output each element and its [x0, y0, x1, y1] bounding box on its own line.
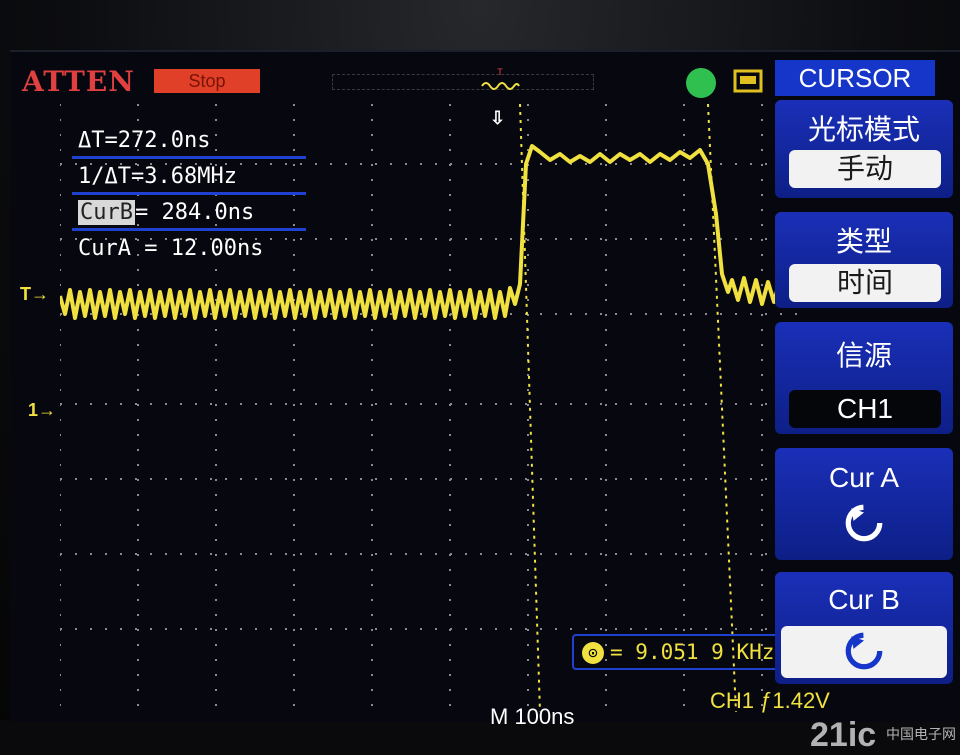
rotate-knob-icon: [845, 504, 883, 542]
scope-screen: ATTEN Stop T T→ 1→ ⇩ ΔT=272.0ns 1/ΔT=3.6…: [10, 50, 960, 754]
cursor-mode-value: 手动: [789, 150, 941, 188]
frequency-counter: ⊙ = 9.051 9 KHz: [572, 634, 802, 670]
trigger-position-icon: T: [481, 67, 520, 90]
cur-b-tag: CurB: [78, 200, 135, 225]
cur-a-button[interactable]: Cur A: [775, 448, 953, 560]
frequency-icon: ⊙: [582, 642, 604, 664]
brand-logo: ATTEN: [22, 65, 135, 98]
cursor-mode-label: 光标模式: [807, 113, 920, 146]
cursor-type-value: 时间: [789, 264, 941, 302]
channel1-ground-marker[interactable]: 1→: [28, 400, 56, 421]
cursor-source-value: CH1: [789, 390, 941, 428]
svg-text:T: T: [497, 67, 503, 77]
waveform-grid: [60, 104, 800, 712]
memory-depth-bar: [332, 74, 594, 90]
channel1-ground-label: 1: [28, 400, 39, 420]
cursor-type-item[interactable]: 类型 时间: [775, 212, 953, 308]
trigger-level-marker[interactable]: T→: [20, 284, 49, 305]
top-status-bar: ATTEN Stop T: [10, 52, 780, 98]
trigger-level-label: T: [20, 284, 31, 304]
cur-a-label: Cur A: [828, 462, 900, 493]
cursor-menu: CURSOR 光标模式 手动 类型 时间 信源 CH1 Cur A Cur B: [775, 60, 960, 722]
grid-dots: [60, 104, 800, 712]
cursor-source-label: 信源: [835, 339, 892, 372]
cur-b-readout: CurB= 284.0ns: [72, 198, 306, 231]
cur-b-label: Cur B: [828, 584, 900, 615]
inv-delta-t-readout: 1/ΔT=3.68MHz: [72, 162, 306, 195]
cursor-mode-item[interactable]: 光标模式 手动: [775, 100, 953, 198]
rotate-knob-icon: [845, 632, 883, 670]
cur-a-readout: CurA = 12.00ns: [78, 236, 264, 261]
run-status-badge[interactable]: Stop: [154, 69, 260, 93]
menu-title: CURSOR: [775, 60, 935, 96]
cur-b-value: = 284.0ns: [134, 200, 255, 225]
cursor-source-item[interactable]: 信源 CH1: [775, 322, 953, 434]
trigger-status-icon: [686, 68, 716, 98]
cursor-type-label: 类型: [835, 225, 892, 258]
delta-t-readout: ΔT=272.0ns: [72, 126, 306, 159]
timebase-readout: M 100ns: [490, 704, 575, 729]
watermark-site: 中国电子网: [886, 727, 956, 743]
frequency-value: 9.051 9 KHz: [635, 640, 775, 664]
watermark-logo: 21ic: [810, 716, 877, 754]
cur-b-button[interactable]: Cur B: [775, 572, 953, 684]
trigger-position-arrow: ⇩: [490, 108, 506, 128]
usb-icon: [733, 69, 763, 93]
